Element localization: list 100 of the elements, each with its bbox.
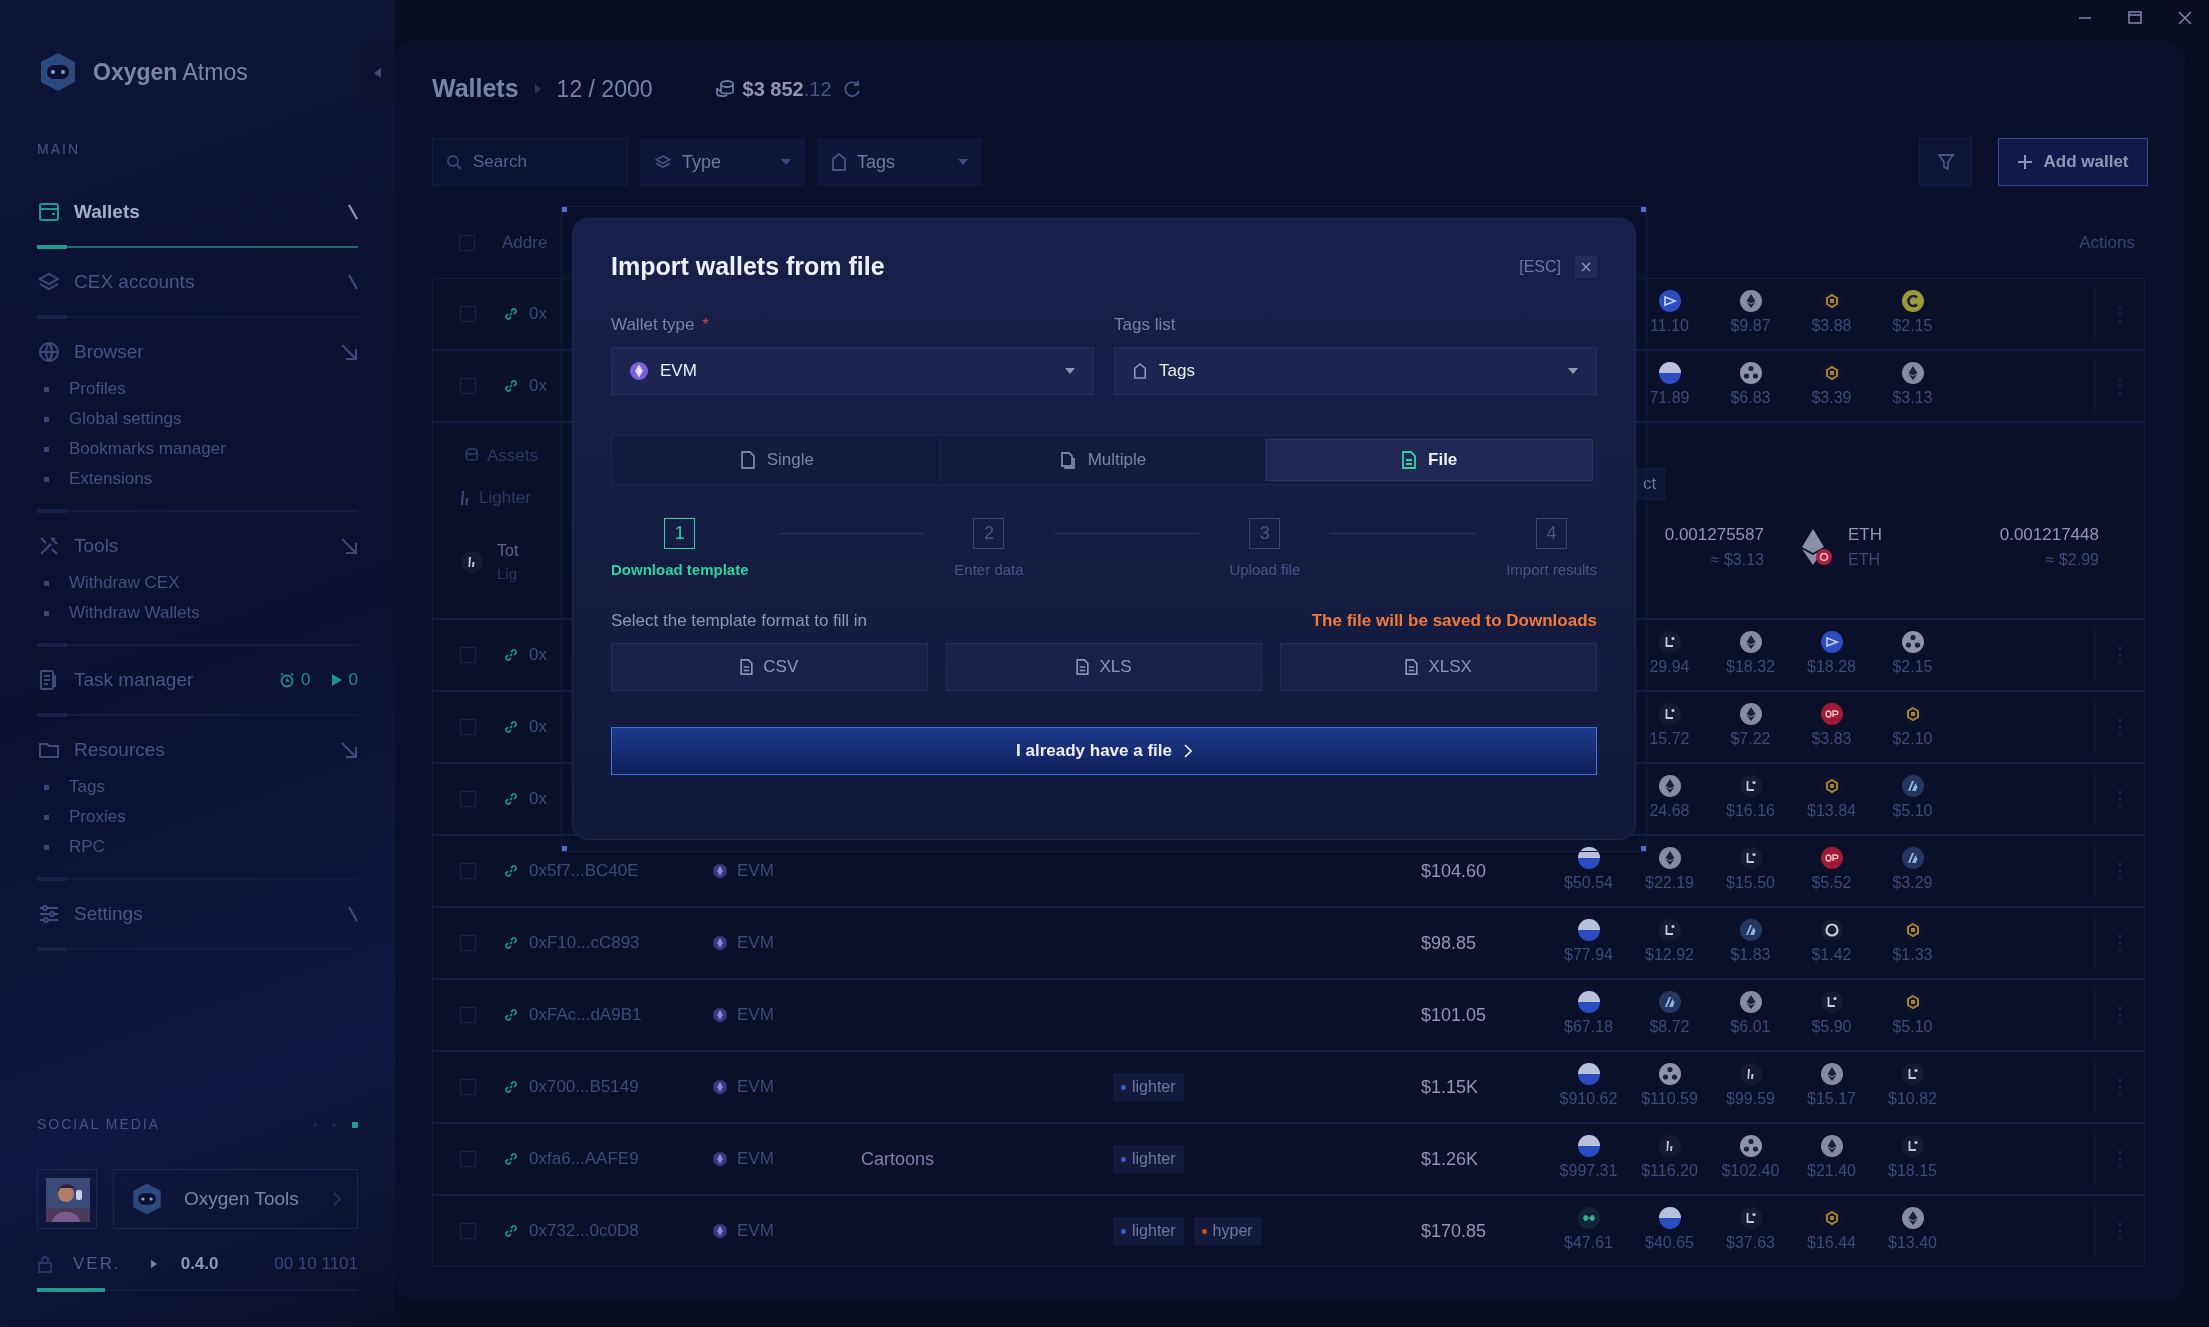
- more-icon[interactable]: [2117, 1006, 2122, 1024]
- link-icon[interactable]: [503, 647, 519, 663]
- more-icon[interactable]: [2117, 1222, 2122, 1240]
- nav-item[interactable]: Wallets: [37, 190, 358, 234]
- wallet-address: 0x: [529, 788, 547, 811]
- table-row[interactable]: 0x732...0c0D8 EVM lighter hyper $170.85 $47.61 $40.65 $37.63 $16.44 $13.40: [432, 1195, 2145, 1267]
- wallet-count: 12 / 2000: [556, 74, 653, 104]
- checkbox[interactable]: [460, 1223, 476, 1239]
- nav-subitem[interactable]: Profiles: [37, 374, 358, 404]
- sliders-icon: [37, 902, 61, 926]
- arrow-icon[interactable]: [340, 741, 358, 759]
- more-icon[interactable]: [2117, 790, 2122, 808]
- nav-subitem[interactable]: Proxies: [37, 802, 358, 832]
- nav-item[interactable]: Resources: [37, 728, 358, 772]
- wallet-address: 0x: [529, 644, 547, 667]
- more-icon[interactable]: [2117, 305, 2122, 323]
- chain-icon: [713, 864, 727, 878]
- nav-subitem[interactable]: Withdraw CEX: [37, 568, 358, 598]
- nav-subitem[interactable]: RPC: [37, 832, 358, 862]
- checkbox[interactable]: [460, 378, 476, 394]
- format-button[interactable]: XLS: [945, 642, 1263, 691]
- table-row[interactable]: 0xFAc...dA9B1 EVM $101.05 $67.18 $8.72 $6.01 $5.90 $5.10: [432, 979, 2145, 1051]
- more-icon[interactable]: [2117, 377, 2122, 395]
- link-icon[interactable]: [503, 863, 519, 879]
- file-icon: [1402, 451, 1417, 469]
- more-icon[interactable]: [2117, 646, 2122, 664]
- link-icon[interactable]: [503, 719, 519, 735]
- wallet-type-select[interactable]: EVM: [611, 347, 1094, 395]
- link-icon[interactable]: [503, 378, 519, 394]
- table-row[interactable]: 0x5f7...BC40E EVM $104.60 $50.54 $22.19 $15.50 $5.52 $3.29: [432, 835, 2145, 907]
- brand-name: Oxygen Atmos: [93, 57, 248, 87]
- nav-item[interactable]: Browser: [37, 330, 358, 374]
- layers-icon: [654, 153, 672, 171]
- chain-icon: [713, 1152, 727, 1166]
- chain-icon: [713, 936, 727, 950]
- format-button[interactable]: XLSX: [1280, 642, 1597, 691]
- link-icon[interactable]: [503, 935, 519, 951]
- more-icon[interactable]: [2117, 862, 2122, 880]
- link-icon[interactable]: [503, 306, 519, 322]
- more-icon[interactable]: [2117, 1150, 2122, 1168]
- format-button[interactable]: CSV: [611, 642, 928, 691]
- step: 4 Import results: [1506, 518, 1597, 582]
- nav-subitem[interactable]: Global settings: [37, 404, 358, 434]
- total-value: $1.26K: [1421, 1148, 1479, 1169]
- table-row[interactable]: 0xfa6...AAFE9 EVM Cartoons lighter $1.26K $997.31 $116.20 $102.40 $21.40 $18.15: [432, 1123, 2145, 1195]
- nav-subitem[interactable]: Extensions: [37, 464, 358, 494]
- tag: hyper: [1193, 1217, 1261, 1245]
- caret-icon: [1568, 368, 1578, 374]
- checkbox[interactable]: [459, 235, 475, 251]
- arrow-icon[interactable]: [340, 537, 358, 555]
- checkbox[interactable]: [460, 647, 476, 663]
- checkbox[interactable]: [460, 1151, 476, 1167]
- checkbox[interactable]: [460, 1079, 476, 1095]
- token-value: $2.10: [1892, 729, 1933, 749]
- checkbox[interactable]: [460, 791, 476, 807]
- link-icon[interactable]: [503, 1007, 519, 1023]
- nav-subitem[interactable]: Withdraw Wallets: [37, 598, 358, 628]
- link-icon[interactable]: [503, 791, 519, 807]
- token-value: $5.90: [1811, 1017, 1852, 1037]
- token-value: $3.83: [1811, 729, 1852, 749]
- link-icon[interactable]: [503, 1079, 519, 1095]
- nav-subitem[interactable]: Tags: [37, 772, 358, 802]
- caret-icon: [1065, 368, 1075, 374]
- mode-tab[interactable]: Single: [615, 439, 941, 481]
- more-icon[interactable]: [2117, 934, 2122, 952]
- link-icon[interactable]: [503, 1151, 519, 1167]
- checkbox[interactable]: [460, 863, 476, 879]
- nav-item[interactable]: CEX accounts: [37, 260, 358, 304]
- slash-icon[interactable]: [348, 204, 358, 220]
- more-icon[interactable]: [2117, 1078, 2122, 1096]
- checkbox[interactable]: [460, 1007, 476, 1023]
- close-button[interactable]: [1575, 256, 1597, 278]
- collapse-button[interactable]: [360, 40, 395, 106]
- checkbox[interactable]: [460, 306, 476, 322]
- nav-subitem[interactable]: Bookmarks manager: [37, 434, 358, 464]
- arrow-icon[interactable]: [340, 343, 358, 361]
- nav-item[interactable]: Settings: [37, 892, 358, 936]
- mode-tab[interactable]: File: [1266, 439, 1593, 481]
- primary-button[interactable]: I already have a file: [611, 726, 1597, 775]
- summary-subtitle: Lig: [497, 564, 519, 584]
- checkbox[interactable]: [460, 719, 476, 735]
- wallet-address: 0x700...B5149: [529, 1076, 639, 1099]
- nav-item[interactable]: Tools: [37, 524, 358, 568]
- filter-dropdown[interactable]: Type: [640, 138, 805, 186]
- checkbox[interactable]: [460, 935, 476, 951]
- add-wallet-button[interactable]: Add wallet: [1998, 138, 2148, 186]
- token-value: $18.28: [1807, 657, 1856, 677]
- field-label: Tags list: [1114, 314, 1176, 337]
- table-row[interactable]: 0x700...B5149 EVM lighter $1.15K $910.62 $110.59 $99.59 $15.17 $10.82: [432, 1051, 2145, 1123]
- link-icon[interactable]: [503, 1223, 519, 1239]
- social-card[interactable]: Oxygen Tools: [113, 1169, 358, 1229]
- search-field[interactable]: Search: [432, 138, 628, 186]
- tags-select[interactable]: Tags: [1114, 347, 1597, 395]
- tag-icon: [831, 153, 847, 171]
- filter-dropdown[interactable]: Tags: [817, 138, 982, 186]
- table-row[interactable]: 0xF10...cC893 EVM $98.85 $77.94 $12.92 $1.83 $1.42 $1.33: [432, 907, 2145, 979]
- more-icon[interactable]: [2117, 718, 2122, 736]
- nav-item[interactable]: Task manager 0 0: [37, 658, 358, 702]
- token-value: $1.83: [1730, 945, 1771, 965]
- filter-button[interactable]: [1919, 138, 1972, 186]
